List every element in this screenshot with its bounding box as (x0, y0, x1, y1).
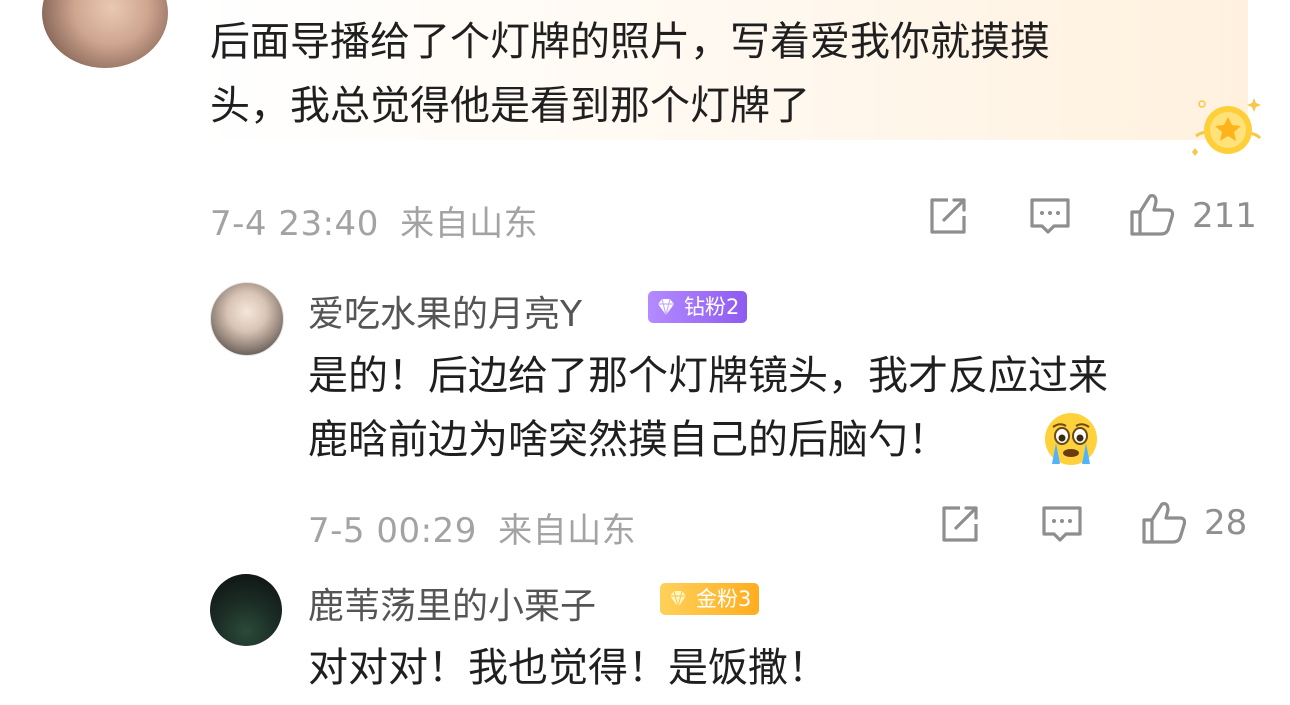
top-comment-time: 7-4 23:40 (210, 204, 379, 244)
comment-thread: 后面导播给了个灯牌的照片，写着爱我你就摸摸 头，我总觉得他是看到那个灯牌了 7-… (0, 0, 1290, 705)
reply-text: 是的！后边给了那个灯牌镜头，我才反应过来 鹿晗前边为啥突然摸自己的后脑勺！ (308, 344, 1108, 472)
thumbs-up-icon[interactable] (1128, 192, 1176, 238)
top-comment-like-count: 211 (1192, 196, 1257, 236)
fan-badge-label: 钻粉2 (684, 295, 740, 319)
crying-face-emoji-icon (1045, 413, 1097, 465)
share-icon[interactable] (926, 194, 970, 238)
reply-time: 7-5 00:29 (308, 511, 477, 551)
reply-text-line1: 是的！后边给了那个灯牌镜头，我才反应过来 (308, 353, 1108, 399)
comment-icon[interactable] (1028, 194, 1072, 238)
reply-like-count: 28 (1204, 503, 1248, 543)
fan-badge-diamond: 钻粉2 (648, 291, 748, 323)
share-icon[interactable] (938, 502, 982, 546)
star-badge-icon (1192, 98, 1262, 156)
thumbs-up-icon[interactable] (1140, 500, 1188, 546)
reply-text: 对对对！我也觉得！是饭撒！ (308, 636, 828, 700)
diamond-icon (658, 298, 674, 316)
top-comment-avatar[interactable] (42, 0, 168, 68)
reply-username[interactable]: 爱吃水果的月亮Y (308, 285, 582, 337)
top-comment-line1: 后面导播给了个灯牌的照片，写着爱我你就摸摸 (210, 19, 1050, 65)
fan-badge-label: 金粉3 (696, 587, 752, 611)
gold-gem-icon (670, 590, 686, 608)
reply-location: 来自山东 (498, 511, 637, 551)
reply-avatar[interactable] (210, 574, 282, 646)
reply-username[interactable]: 鹿苇荡里的小栗子 (308, 577, 596, 629)
top-comment-line2: 头，我总觉得他是看到那个灯牌了 (210, 83, 810, 129)
reply-avatar[interactable] (210, 282, 284, 356)
comment-icon[interactable] (1040, 502, 1084, 546)
top-comment-meta: 7-4 23:40 来自山东 (210, 196, 538, 245)
fan-badge-gold: 金粉3 (660, 583, 760, 615)
reply-meta: 7-5 00:29 来自山东 (308, 503, 636, 552)
reply-text-line1: 对对对！我也觉得！是饭撒！ (308, 645, 828, 691)
top-comment-text: 后面导播给了个灯牌的照片，写着爱我你就摸摸 头，我总觉得他是看到那个灯牌了 (210, 10, 1210, 138)
top-comment-location: 来自山东 (400, 204, 539, 244)
reply-text-line2: 鹿晗前边为啥突然摸自己的后脑勺！ (308, 417, 948, 463)
